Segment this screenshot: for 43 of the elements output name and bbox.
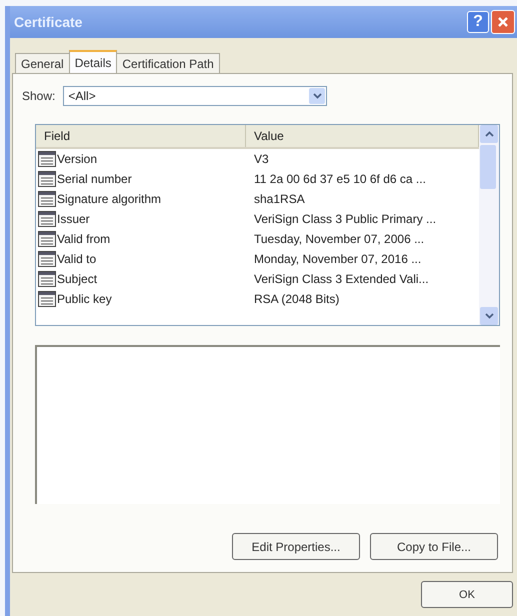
caret-up-icon [484,131,494,137]
close-icon [497,16,509,28]
value-cell-text: 11 2a 00 6d 37 e5 10 6f d6 ca ... [253,172,427,186]
field-cell[interactable]: Serial number [36,171,246,187]
tab[interactable]: Details [68,50,118,73]
value-cell-text: Tuesday, November 07, 2006 ... [253,232,426,246]
field-cell[interactable]: Issuer [36,211,246,227]
show-dropdown[interactable]: <All> [63,86,328,106]
scrollbar[interactable] [479,125,499,325]
tab[interactable]: Certification Path [116,53,220,73]
window-title: Certificate [14,14,84,30]
tab[interactable]: General [15,53,70,73]
value-cell-text: sha1RSA [253,192,306,206]
help-button[interactable]: ? [467,11,489,33]
document-icon [38,151,56,167]
field-cell[interactable]: Valid from [36,231,246,247]
column-header[interactable]: Field [36,125,246,147]
value-cell-text: VeriSign Class 3 Public Primary ... [253,212,438,226]
caret-down-icon [312,93,322,99]
ok-button[interactable]: OK [421,581,513,608]
caret-down-icon [484,313,494,319]
field-cell[interactable]: Valid to [36,251,246,267]
document-icon [38,231,56,247]
close-button[interactable] [491,10,515,34]
document-icon [38,191,56,207]
document-icon [38,291,56,307]
field-cell[interactable]: Signature algorithm [36,191,246,207]
edit-properties-button[interactable]: Edit Properties... [232,533,360,560]
dropdown-arrow-button[interactable] [309,88,326,104]
show-label: Show: [22,89,56,103]
field-cell[interactable]: Public key [36,291,246,307]
field-cell[interactable]: Subject [36,271,246,287]
document-icon [38,211,56,227]
copy-to-file-button[interactable]: Copy to File... [370,533,498,560]
document-icon [38,271,56,287]
value-cell-text: VeriSign Class 3 Extended Vali... [253,272,430,286]
document-icon [38,251,56,267]
value-cell-text: V3 [253,152,270,166]
value-cell-text: RSA (2048 Bits) [253,292,340,306]
value-cell-text: Monday, November 07, 2016 ... [253,252,422,266]
field-cell[interactable]: Version [36,151,246,167]
document-icon [38,171,56,187]
scroll-thumb[interactable] [480,145,496,189]
